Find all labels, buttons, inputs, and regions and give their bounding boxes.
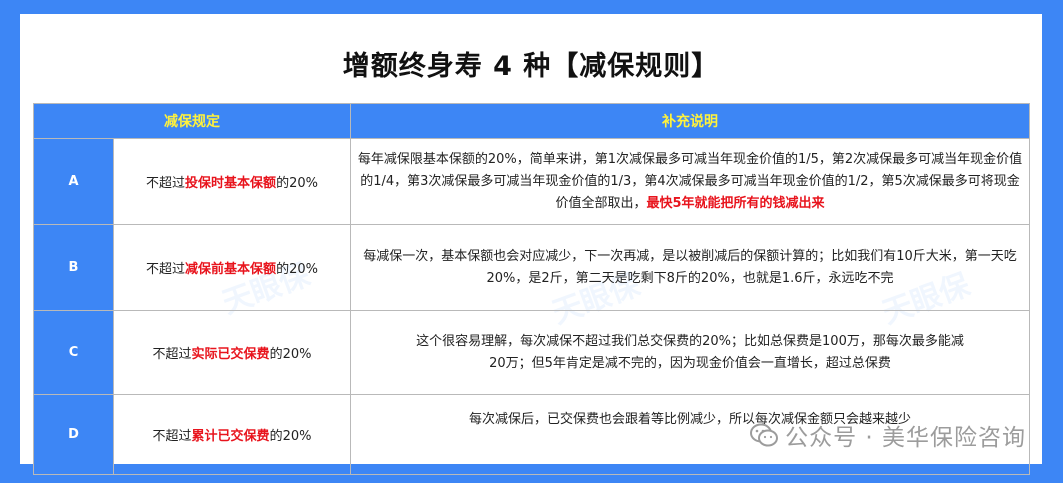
rule-highlight: 投保时基本保额	[185, 176, 277, 191]
wechat-icon	[749, 422, 779, 454]
rule-cell: 不超过实际已交保费的20%	[113, 310, 351, 395]
rule-suffix: 的20%	[276, 176, 318, 191]
rule-suffix: 的20%	[276, 262, 318, 277]
rule-cell: 不超过减保前基本保额的20%	[113, 224, 351, 311]
rule-highlight: 实际已交保费	[191, 347, 270, 362]
row-letter: D	[33, 394, 114, 475]
content-card: 增额终身寿 4 种【减保规则】 天眼保 天眼保 天眼保 减保规定 补充说明 A …	[20, 14, 1042, 475]
row-letter: C	[33, 310, 114, 395]
row-letter: A	[33, 138, 114, 225]
header-desc: 补充说明	[350, 103, 1030, 139]
desc-highlight: 最快5年就能把所有的钱减出来	[646, 195, 825, 211]
rule-prefix: 不超过	[152, 347, 192, 362]
rule-prefix: 不超过	[146, 176, 186, 191]
header-rule: 减保规定	[33, 103, 351, 139]
wechat-watermark: 公众号 · 美华保险咨询	[749, 418, 1026, 455]
row-letter: B	[33, 224, 114, 311]
rule-suffix: 的20%	[269, 429, 312, 444]
desc-text: 这个很容易理解，每次减保不超过我们总交保费的20%；比如总保费是100万，那每次…	[416, 333, 964, 371]
desc-cell: 每年减保限基本保额的20%，简单来讲，第1次减保最多可减当年现金价值的1/5，第…	[350, 138, 1030, 225]
page-title: 增额终身寿 4 种【减保规则】	[342, 51, 720, 82]
rule-prefix: 不超过	[152, 429, 192, 444]
table-row: A 不超过投保时基本保额的20% 每年减保限基本保额的20%，简单来讲，第1次减…	[33, 138, 1030, 225]
desc-text: 每减保一次，基本保额也会对应减少，下一次再减，是以被削减后的保额计算的；比如我们…	[363, 248, 1017, 286]
table-row: B 不超过减保前基本保额的20% 每减保一次，基本保额也会对应减少，下一次再减，…	[33, 224, 1030, 311]
rule-highlight: 减保前基本保额	[185, 262, 277, 277]
table-header-row: 减保规定 补充说明	[33, 103, 1030, 139]
rule-suffix: 的20%	[269, 347, 312, 362]
rule-cell: 不超过投保时基本保额的20%	[113, 138, 351, 225]
table-row: C 不超过实际已交保费的20% 这个很容易理解，每次减保不超过我们总交保费的20…	[33, 310, 1030, 395]
rule-prefix: 不超过	[146, 262, 186, 277]
desc-cell: 每减保一次，基本保额也会对应减少，下一次再减，是以被削减后的保额计算的；比如我们…	[350, 224, 1030, 311]
desc-cell: 这个很容易理解，每次减保不超过我们总交保费的20%；比如总保费是100万，那每次…	[350, 310, 1030, 395]
rule-cell: 不超过累计已交保费的20%	[113, 394, 351, 475]
watermark-text: 公众号 · 美华保险咨询	[785, 424, 1026, 451]
rule-highlight: 累计已交保费	[191, 429, 270, 444]
